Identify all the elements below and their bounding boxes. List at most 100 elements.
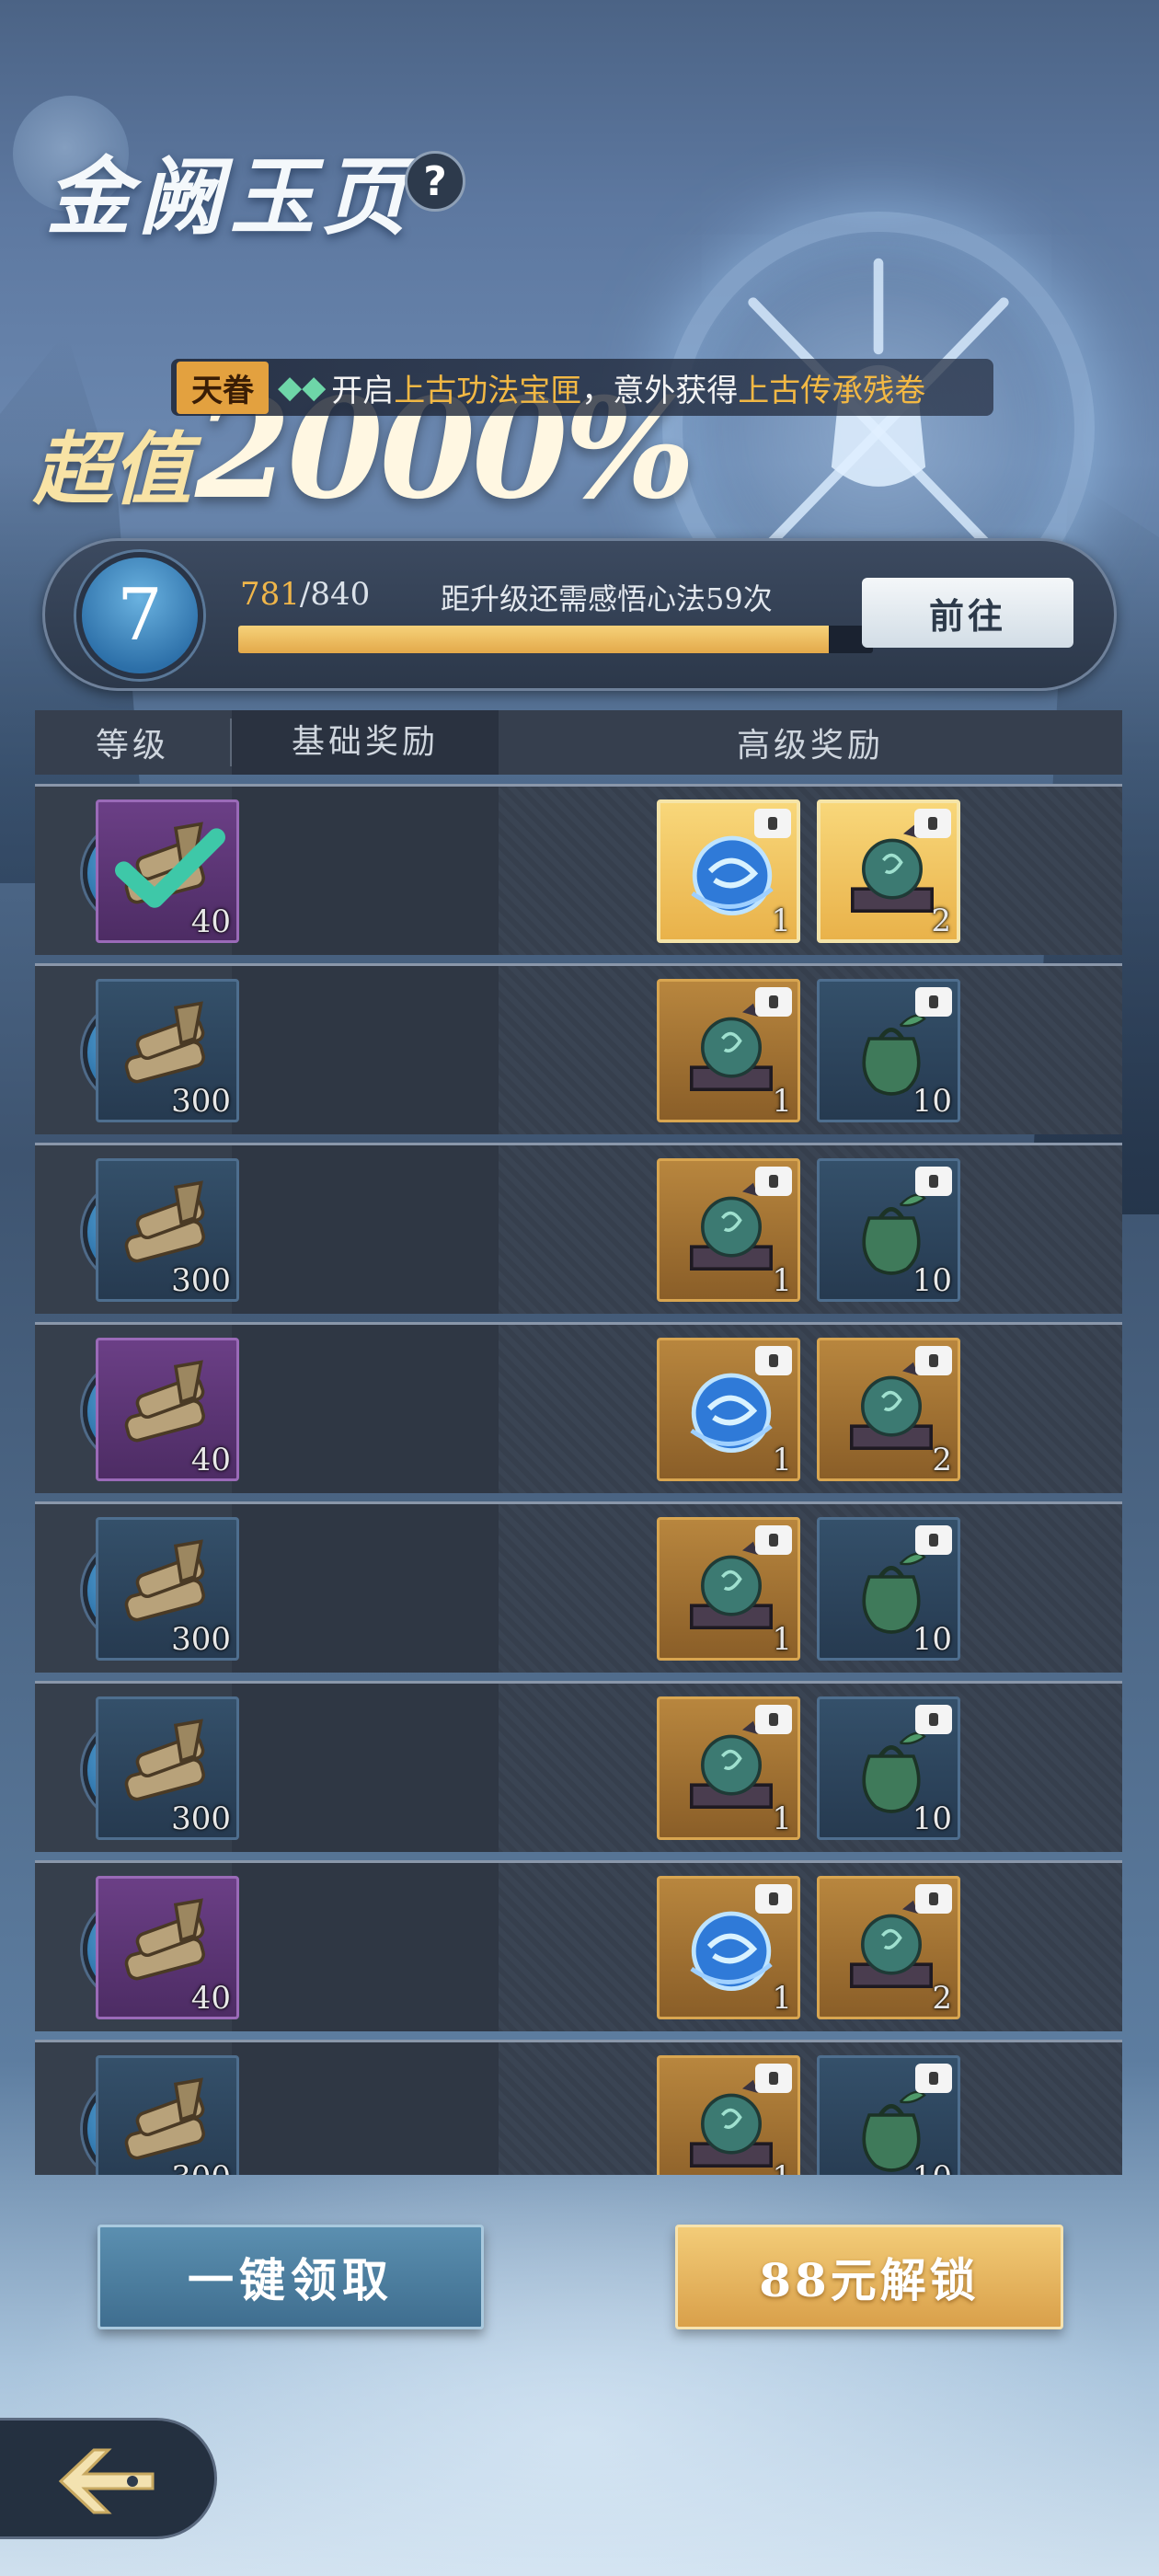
item-count: 1 [772, 1800, 792, 1837]
claim-all-button[interactable]: 一键领取 [98, 2225, 484, 2329]
premium-reward-item[interactable]: 1 [657, 979, 800, 1122]
basic-reward-item[interactable]: 40 [96, 1338, 239, 1481]
premium-reward-item[interactable]: 10 [817, 2055, 960, 2175]
item-count: 300 [171, 2159, 231, 2175]
reward-row: 64012 [35, 784, 1122, 955]
basic-reward-cell [232, 1145, 499, 1314]
basic-reward-item[interactable]: 40 [96, 1876, 239, 2019]
item-count: 1 [772, 1442, 792, 1478]
lock-icon [915, 1525, 952, 1555]
basic-reward-cell [232, 1325, 499, 1493]
premium-reward-item[interactable]: 10 [817, 1158, 960, 1302]
lock-icon [915, 1884, 952, 1914]
basic-reward-cell [232, 787, 499, 955]
lock-icon [915, 1705, 952, 1734]
premium-reward-item[interactable]: 1 [657, 1696, 800, 1840]
premium-reward-item[interactable]: 10 [817, 979, 960, 1122]
reward-table-body[interactable]: 6401273001108300110940121030011011300110… [35, 784, 1122, 2175]
basic-reward-item[interactable]: 300 [96, 979, 239, 1122]
item-count: 2 [932, 1442, 952, 1478]
item-count: 10 [912, 1621, 952, 1658]
goto-button[interactable]: 前往 [862, 578, 1073, 648]
item-count: 1 [772, 1621, 792, 1658]
back-button[interactable] [0, 2418, 217, 2539]
basic-reward-cell [232, 1684, 499, 1852]
reward-row: 13300110 [35, 2040, 1122, 2175]
premium-reward-item[interactable]: 1 [657, 2055, 800, 2175]
premium-reward-item[interactable]: 1 [657, 1338, 800, 1481]
lock-icon [754, 809, 791, 838]
promo-tag: 天眷 [177, 361, 269, 414]
basic-reward-item[interactable]: 300 [96, 2055, 239, 2175]
item-count: 1 [772, 1262, 792, 1299]
basic-reward-item[interactable]: 300 [96, 1158, 239, 1302]
reward-row: 124012 [35, 1860, 1122, 2031]
promo-text-2: ，意外获得 [581, 372, 739, 409]
lock-icon [755, 1346, 792, 1375]
promo-highlight-1: 上古功法宝匣 [394, 372, 582, 409]
premium-reward-item[interactable]: 2 [817, 1338, 960, 1481]
lock-icon [755, 1884, 792, 1914]
item-count: 10 [912, 1800, 952, 1837]
basic-reward-item[interactable]: 300 [96, 1517, 239, 1661]
current-level-badge: 7 [76, 552, 203, 679]
lock-icon [915, 1167, 952, 1196]
promo-banner: 天眷 ◆◆ 开启 上古功法宝匣 ，意外获得 上古传承残卷 [171, 359, 993, 416]
basic-reward-cell [232, 1863, 499, 2031]
reward-row: 8300110 [35, 1143, 1122, 1314]
item-count: 300 [171, 1621, 231, 1658]
unlock-button[interactable]: 88元解锁 [675, 2225, 1063, 2329]
basic-reward-item[interactable]: 40 [96, 799, 239, 943]
lock-icon [755, 1167, 792, 1196]
lock-icon [915, 987, 952, 1017]
premium-reward-item[interactable]: 10 [817, 1696, 960, 1840]
exp-text: 781/840 [240, 576, 370, 613]
sparkle-icon: ◆◆ [278, 369, 327, 406]
promo-highlight-2: 上古传承残卷 [738, 372, 926, 409]
reward-table-header: 等级 基础奖励 高级奖励 [35, 710, 1122, 775]
item-count: 40 [190, 1442, 231, 1478]
progress-bar [238, 626, 873, 653]
back-arrow-icon [58, 2448, 155, 2514]
premium-reward-item[interactable]: 1 [657, 799, 800, 943]
item-count: 300 [171, 1083, 231, 1120]
upgrade-hint: 距升级还需感悟心法59次 [441, 581, 773, 616]
item-count: 300 [171, 1800, 231, 1837]
item-count: 2 [932, 1980, 952, 2017]
premium-reward-item[interactable]: 2 [817, 1876, 960, 2019]
premium-reward-item[interactable]: 1 [657, 1158, 800, 1302]
item-count: 10 [912, 1262, 952, 1299]
item-count: 1 [772, 1083, 792, 1120]
reward-row: 7300110 [35, 963, 1122, 1134]
item-count: 40 [190, 903, 231, 940]
lock-icon [915, 2064, 952, 2093]
column-header-premium: 高级奖励 [736, 727, 884, 765]
item-count: 300 [171, 1262, 231, 1299]
page-title: 金阙玉页 [46, 147, 415, 247]
basic-reward-cell [232, 1504, 499, 1673]
basic-reward-item[interactable]: 300 [96, 1696, 239, 1840]
column-header-basic: 基础奖励 [232, 710, 499, 775]
item-count: 10 [912, 1083, 952, 1120]
question-icon: ? [423, 157, 447, 205]
item-count: 1 [772, 1980, 792, 2017]
item-count: 1 [771, 903, 791, 939]
item-count: 2 [931, 903, 951, 939]
lock-icon [914, 809, 951, 838]
premium-reward-item[interactable]: 1 [657, 1517, 800, 1661]
help-button[interactable]: ? [405, 151, 465, 212]
reward-row: 10300110 [35, 1501, 1122, 1673]
progress-panel: 7 781/840 距升级还需感悟心法59次 前往 [42, 538, 1117, 691]
lock-icon [755, 2064, 792, 2093]
premium-reward-item[interactable]: 2 [817, 799, 960, 943]
item-count: 10 [912, 2159, 952, 2175]
promo-text-1: 开启 [331, 372, 395, 409]
reward-row: 94012 [35, 1322, 1122, 1493]
premium-reward-item[interactable]: 1 [657, 1876, 800, 2019]
basic-reward-cell [232, 966, 499, 1134]
exp-current: 781 [240, 576, 300, 613]
progress-fill [238, 626, 829, 653]
lock-icon [755, 987, 792, 1017]
item-count: 40 [190, 1980, 231, 2017]
premium-reward-item[interactable]: 10 [817, 1517, 960, 1661]
